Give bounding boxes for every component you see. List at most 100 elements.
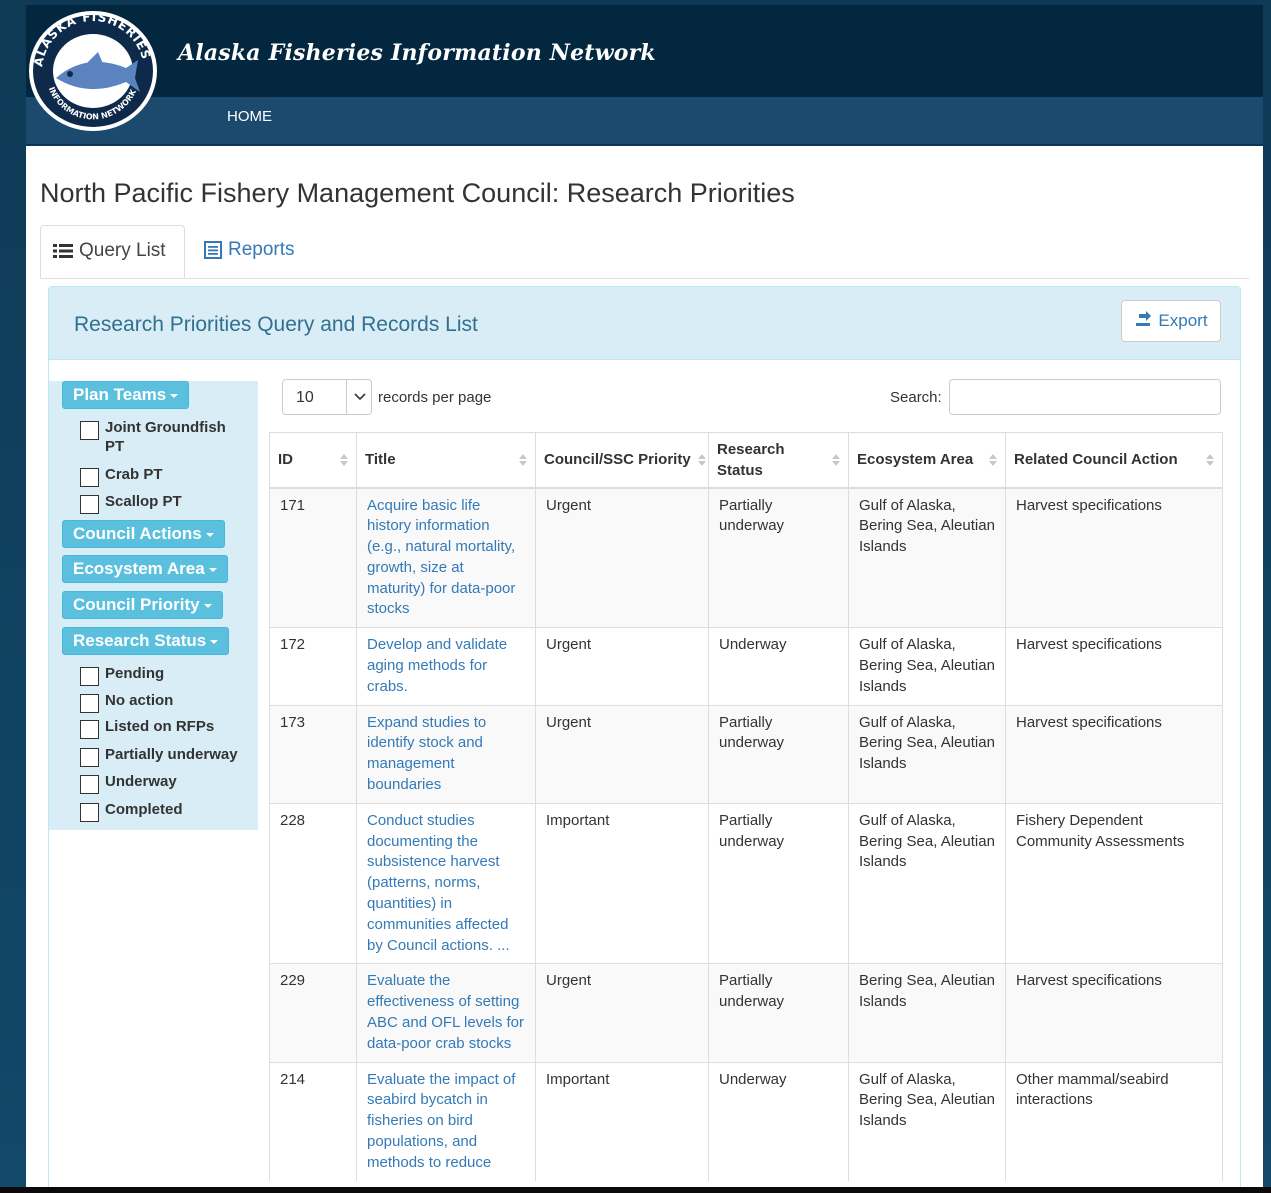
cell-id: 229	[269, 963, 357, 1063]
column-header-label: Related Council Action	[1014, 451, 1178, 469]
cell-action: Harvest specifications	[1005, 963, 1223, 1063]
cell-status: Partially underway	[708, 486, 849, 628]
filter-option-joint-groundfish[interactable]: Joint Groundfish PT	[80, 418, 235, 456]
cell-priority: Urgent	[535, 486, 709, 628]
filter-option-underway[interactable]: Underway	[80, 772, 177, 794]
cell-id: 173	[269, 704, 357, 804]
table-row: 214 Evaluate the impact of seabird bycat…	[269, 1061, 1223, 1181]
filter-option-completed[interactable]: Completed	[80, 800, 183, 822]
checkbox[interactable]	[80, 720, 99, 739]
cell-priority: Important	[535, 802, 709, 964]
tab-query-list[interactable]: Query List	[40, 225, 185, 279]
caret-down-icon	[205, 532, 214, 537]
column-header-id[interactable]: ID	[269, 432, 357, 489]
table-row: 171 Acquire basic life history informati…	[269, 486, 1223, 628]
column-header-label: Council/SSC Priority	[544, 451, 691, 469]
checkbox[interactable]	[80, 667, 99, 686]
afin-logo[interactable]: ALASKA FISHERIES INFORMATION NETWORK	[26, 6, 160, 132]
column-header-research-status[interactable]: Research Status	[708, 432, 849, 489]
column-header-label: Research Status	[717, 440, 785, 479]
column-header-label: Ecosystem Area	[857, 451, 974, 469]
checkbox[interactable]	[80, 694, 99, 713]
record-title-link[interactable]: Develop and validate aging methods for c…	[367, 636, 507, 695]
checkbox[interactable]	[80, 748, 99, 767]
checkbox[interactable]	[80, 775, 99, 794]
cell-area: Gulf of Alaska, Bering Sea, Aleutian Isl…	[848, 627, 1006, 706]
column-header-priority[interactable]: Council/SSC Priority	[535, 432, 709, 489]
cell-title: Develop and validate aging methods for c…	[356, 627, 536, 706]
filter-option-label: Completed	[105, 801, 183, 818]
cell-priority: Urgent	[535, 704, 709, 804]
checkbox[interactable]	[80, 468, 99, 487]
filter-option-label: Partially underway	[105, 746, 238, 763]
cell-priority: Urgent	[535, 963, 709, 1063]
caret-down-icon	[208, 567, 217, 572]
cell-status: Partially underway	[708, 963, 849, 1063]
search-input[interactable]	[949, 379, 1221, 415]
research-status-dropdown[interactable]: Research Status	[62, 627, 230, 655]
cell-area: Gulf of Alaska, Bering Sea, Aleutian Isl…	[848, 704, 1006, 804]
cell-status: Partially underway	[708, 802, 849, 964]
records-per-page-select[interactable]: 10	[282, 379, 372, 415]
council-priority-dropdown[interactable]: Council Priority	[62, 591, 223, 619]
export-button[interactable]: Export	[1121, 300, 1221, 342]
filter-option-crab-pt[interactable]: Crab PT	[80, 465, 163, 487]
cell-priority: Important	[535, 1061, 709, 1181]
cell-id: 228	[269, 802, 357, 964]
filter-option-label: Joint Groundfish PT	[105, 419, 226, 455]
filter-option-label: Scallop PT	[105, 493, 182, 510]
cell-priority: Urgent	[535, 627, 709, 706]
tab-reports-label: Reports	[228, 239, 295, 260]
panel-heading: Research Priorities Query and Records Li…	[49, 287, 1240, 360]
chevron-down-icon	[346, 380, 372, 414]
site-title[interactable]: Alaska Fisheries Information Network	[178, 40, 656, 66]
filter-option-label: Pending	[105, 665, 165, 682]
filter-option-listed-on-rfps[interactable]: Listed on RFPs	[80, 717, 214, 739]
column-header-ecosystem-area[interactable]: Ecosystem Area	[848, 432, 1006, 489]
cell-title: Conduct studies documenting the subsiste…	[356, 802, 536, 964]
window-bottom-edge	[0, 1187, 1271, 1193]
column-header-title[interactable]: Title	[356, 432, 536, 489]
checkbox[interactable]	[80, 421, 99, 440]
checkbox[interactable]	[80, 495, 99, 514]
panel-title: Research Priorities Query and Records Li…	[74, 313, 478, 336]
column-header-label: Title	[365, 451, 396, 469]
filter-option-scallop-pt[interactable]: Scallop PT	[80, 492, 182, 514]
council-actions-dropdown[interactable]: Council Actions	[62, 520, 225, 548]
cell-status: Underway	[708, 627, 849, 706]
record-title-link[interactable]: Acquire basic life history information (…	[367, 497, 515, 618]
record-title-link[interactable]: Expand studies to identify stock and man…	[367, 714, 486, 793]
cell-area: Bering Sea, Aleutian Islands	[848, 963, 1006, 1063]
cell-area: Gulf of Alaska, Bering Sea, Aleutian Isl…	[848, 1061, 1006, 1181]
records-per-page-value: 10	[296, 389, 314, 406]
filter-option-partially-underway[interactable]: Partially underway	[80, 745, 238, 767]
sort-icon	[519, 453, 527, 466]
cell-action: Other mammal/seabird interactions	[1005, 1061, 1223, 1181]
table-row: 229 Evaluate the effectiveness of settin…	[269, 963, 1223, 1063]
record-title-link[interactable]: Evaluate the effectiveness of setting AB…	[367, 972, 524, 1051]
cell-area: Gulf of Alaska, Bering Sea, Aleutian Isl…	[848, 802, 1006, 964]
caret-down-icon	[203, 603, 212, 608]
cell-action: Harvest specifications	[1005, 486, 1223, 628]
record-title-link[interactable]: Conduct studies documenting the subsiste…	[367, 812, 510, 954]
filter-option-label: Underway	[105, 773, 177, 790]
council-actions-label: Council Actions	[73, 524, 202, 543]
tab-query-list-label: Query List	[79, 240, 166, 261]
nav-home-link[interactable]: HOME	[227, 106, 272, 127]
plan-teams-dropdown[interactable]: Plan Teams	[62, 381, 190, 409]
tab-reports[interactable]: Reports	[192, 225, 322, 279]
page-title: North Pacific Fishery Management Council…	[40, 178, 795, 208]
council-priority-label: Council Priority	[73, 595, 200, 614]
tabs-divider	[40, 278, 1249, 279]
sort-icon	[832, 453, 840, 466]
ecosystem-area-dropdown[interactable]: Ecosystem Area	[62, 555, 228, 583]
filter-option-pending[interactable]: Pending	[80, 664, 164, 686]
filter-option-no-action[interactable]: No action	[80, 691, 173, 713]
cell-title: Evaluate the effectiveness of setting AB…	[356, 963, 536, 1063]
query-panel: Research Priorities Query and Records Li…	[48, 286, 1241, 1193]
checkbox[interactable]	[80, 803, 99, 822]
table-header-row: ID Title Council/SSC Priority Research S…	[269, 432, 1223, 489]
record-title-link[interactable]: Evaluate the impact of seabird bycatch i…	[367, 1071, 515, 1171]
column-header-related-action[interactable]: Related Council Action	[1005, 432, 1223, 489]
caret-down-icon	[210, 639, 219, 644]
